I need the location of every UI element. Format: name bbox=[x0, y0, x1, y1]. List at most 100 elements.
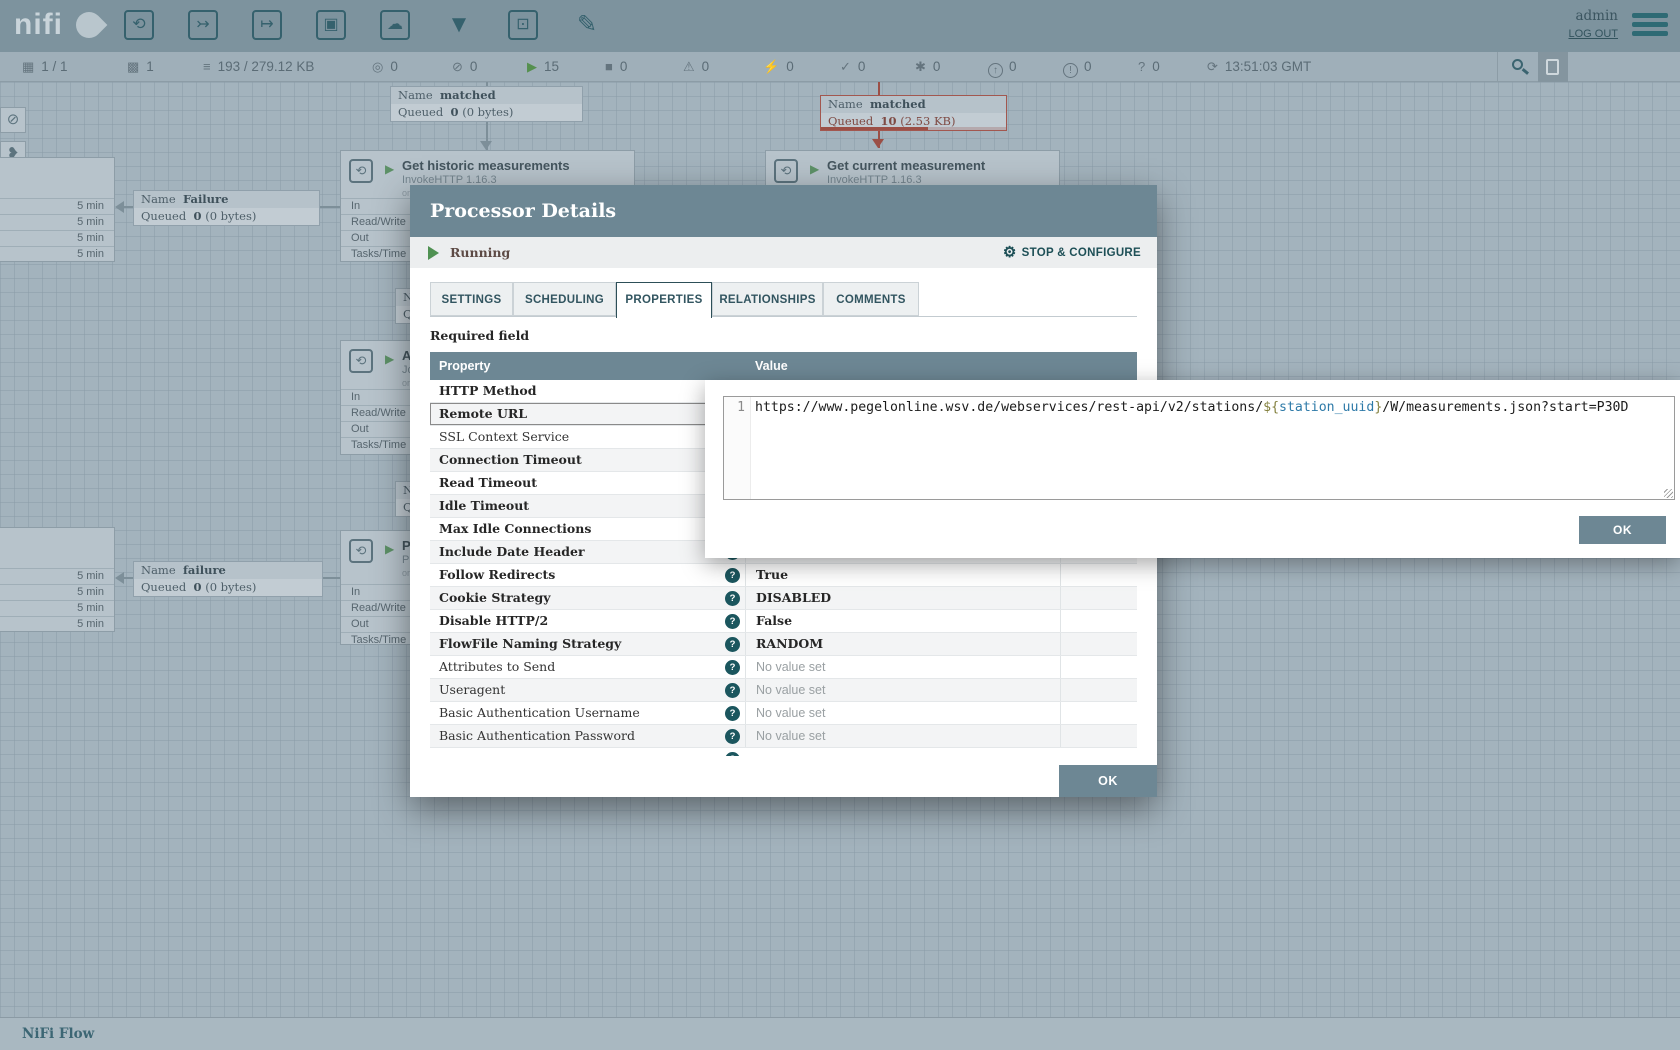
invalid-icon: ⚠ bbox=[683, 59, 695, 74]
properties-table-header: Property Value bbox=[430, 352, 1137, 380]
resize-handle-icon[interactable] bbox=[1664, 489, 1673, 498]
stat-window: 5 min bbox=[0, 198, 114, 214]
property-value[interactable]: DISABLED bbox=[745, 587, 1060, 609]
input-port-icon[interactable]: ↣ bbox=[188, 10, 218, 40]
stale-icon: ↑ bbox=[988, 63, 1003, 78]
status-stopped: ■0 bbox=[605, 52, 627, 82]
property-name: Read Timeout bbox=[430, 472, 722, 494]
help-icon[interactable]: ? bbox=[725, 660, 740, 675]
global-menu-icon[interactable] bbox=[1632, 13, 1668, 40]
editor-ok-button[interactable]: OK bbox=[1579, 516, 1666, 544]
operate-panel-icon[interactable] bbox=[1538, 52, 1568, 82]
property-row[interactable]: Basic Authentication Username?No value s… bbox=[430, 702, 1137, 725]
processor-icon[interactable]: ⟲ bbox=[124, 10, 154, 40]
status-up-to-date: ✓0 bbox=[840, 52, 865, 82]
not-transmitting-icon: ⊘ bbox=[452, 59, 463, 74]
no-entry-icon: ⊘ bbox=[0, 107, 26, 133]
processor-offscreen-left[interactable]: 5 min 5 min 5 min 5 min bbox=[0, 157, 115, 262]
nifi-logo-text: nifi bbox=[14, 8, 63, 41]
connection-line bbox=[323, 577, 340, 579]
help-icon[interactable]: ? bbox=[725, 706, 740, 721]
tab-settings[interactable]: SETTINGS bbox=[430, 282, 513, 316]
stat-window: 5 min bbox=[0, 600, 114, 616]
status-value: 0 bbox=[933, 59, 941, 74]
property-name: Follow Redirects bbox=[430, 564, 722, 586]
property-value[interactable]: False bbox=[745, 610, 1060, 632]
property-value[interactable]: No value set bbox=[745, 725, 1060, 747]
property-row[interactable]: Disable HTTP/2?False bbox=[430, 610, 1137, 633]
connection-name: matched bbox=[870, 97, 926, 111]
connection-queued-label: Queued bbox=[828, 114, 873, 128]
running-icon: ▶ bbox=[385, 162, 394, 176]
processor-icon: ⟲ bbox=[349, 539, 373, 563]
connection-name: matched bbox=[440, 88, 496, 102]
tab-properties[interactable]: PROPERTIES bbox=[616, 282, 712, 318]
help-icon[interactable]: ? bbox=[725, 729, 740, 744]
status-divider bbox=[1497, 52, 1498, 82]
help-icon[interactable]: ? bbox=[725, 568, 740, 583]
status-value: 0 bbox=[1152, 59, 1160, 74]
property-row[interactable]: Follow Redirects? True bbox=[430, 564, 1137, 587]
property-row[interactable]: Cookie Strategy? DISABLED bbox=[430, 587, 1137, 610]
tab-comments[interactable]: COMMENTS bbox=[823, 282, 919, 316]
property-value[interactable]: No value set bbox=[745, 702, 1060, 724]
help-icon[interactable]: ? bbox=[725, 591, 740, 606]
refresh-icon: ⟳ bbox=[1207, 59, 1218, 74]
template-icon[interactable]: ⊡ bbox=[508, 10, 538, 40]
property-row[interactable]: Attributes to Send?No value set bbox=[430, 656, 1137, 679]
invokehttp-icon: ⟲ bbox=[349, 159, 373, 183]
connection-queued-count: 10 bbox=[881, 114, 897, 128]
dialog-ok-button[interactable]: OK bbox=[1059, 765, 1157, 797]
process-group-icon[interactable]: ▣ bbox=[316, 10, 346, 40]
value-editor-textarea[interactable]: 1 https://www.pegelonline.wsv.de/webserv… bbox=[723, 396, 1675, 500]
logout-link[interactable]: LOG OUT bbox=[1568, 28, 1618, 40]
property-row[interactable]: ? bbox=[430, 748, 1137, 756]
connection-label-failure[interactable]: Name Failure Queued 0 (0 bytes) bbox=[133, 190, 320, 226]
property-name: Max Idle Connections bbox=[430, 518, 722, 540]
help-icon[interactable]: ? bbox=[725, 752, 740, 756]
dialog-status-row: Running ⚙STOP & CONFIGURE bbox=[410, 237, 1157, 268]
remote-url-value[interactable]: https://www.pegelonline.wsv.de/webservic… bbox=[751, 397, 1674, 499]
sync-failure-icon: ? bbox=[1138, 59, 1145, 74]
status-value: 0 bbox=[620, 59, 628, 74]
status-bar: ▦1 / 1▩1≡193 / 279.12 KB◎0⊘0▶15■0⚠0⚡0✓0✱… bbox=[0, 52, 1680, 82]
property-name: Cookie Strategy bbox=[430, 587, 722, 609]
property-row[interactable]: Useragent?No value set bbox=[430, 679, 1137, 702]
breadcrumb[interactable]: NiFi Flow bbox=[22, 1026, 94, 1042]
processor-offscreen-left[interactable]: 5 min 5 min 5 min 5 min bbox=[0, 527, 115, 632]
property-row[interactable]: FlowFile Naming Strategy?RANDOM bbox=[430, 633, 1137, 656]
property-value[interactable]: No value set bbox=[745, 656, 1060, 678]
nifi-app: nifi ⟲ ↣ ↦ ▣ ☁ ▼ ⊡ ✎ admin LOG OUT ▦1 / … bbox=[0, 0, 1680, 1050]
help-icon[interactable]: ? bbox=[725, 614, 740, 629]
processor-title: Get historic measurements bbox=[402, 158, 570, 173]
status-value: 0 bbox=[702, 59, 710, 74]
connection-label-matched[interactable]: Name matched Queued 0 (0 bytes) bbox=[390, 86, 583, 122]
search-icon[interactable] bbox=[1512, 59, 1523, 70]
property-value[interactable]: No value set bbox=[745, 679, 1060, 701]
help-icon[interactable]: ? bbox=[725, 683, 740, 698]
status-value: 0 bbox=[1084, 59, 1092, 74]
funnel-icon[interactable]: ▼ bbox=[444, 10, 474, 40]
remote-process-group-icon[interactable]: ☁ bbox=[380, 10, 410, 40]
output-port-icon[interactable]: ↦ bbox=[252, 10, 282, 40]
tab-relationships[interactable]: RELATIONSHIPS bbox=[712, 282, 823, 316]
connection-queued-label: Queued bbox=[141, 209, 186, 223]
connection-queued-label: Queued bbox=[398, 105, 443, 119]
property-value[interactable]: True bbox=[745, 564, 1060, 586]
property-value[interactable]: RANDOM bbox=[745, 633, 1060, 655]
help-icon[interactable]: ? bbox=[725, 637, 740, 652]
connection-label-failure[interactable]: Name failure Queued 0 (0 bytes) bbox=[133, 561, 323, 597]
stat-window: 5 min bbox=[0, 214, 114, 230]
status-not-transmitting: ⊘0 bbox=[452, 52, 477, 82]
connection-label-matched-backpressure[interactable]: Name matched Queued 10 (2.53 KB) bbox=[820, 95, 1007, 131]
connection-name-label: Name bbox=[141, 563, 176, 577]
processor-icon: ⟲ bbox=[349, 349, 373, 373]
status-invalid: ⚠0 bbox=[683, 52, 709, 82]
property-row[interactable]: Basic Authentication Password?No value s… bbox=[430, 725, 1137, 748]
tab-scheduling[interactable]: SCHEDULING bbox=[513, 282, 616, 316]
running-icon: ▶ bbox=[527, 59, 537, 74]
status-value: 193 / 279.12 KB bbox=[218, 59, 315, 74]
stop-and-configure-button[interactable]: ⚙STOP & CONFIGURE bbox=[1003, 237, 1141, 269]
status-refresh[interactable]: ⟳13:51:03 GMT bbox=[1207, 52, 1311, 82]
label-icon[interactable]: ✎ bbox=[572, 10, 602, 40]
